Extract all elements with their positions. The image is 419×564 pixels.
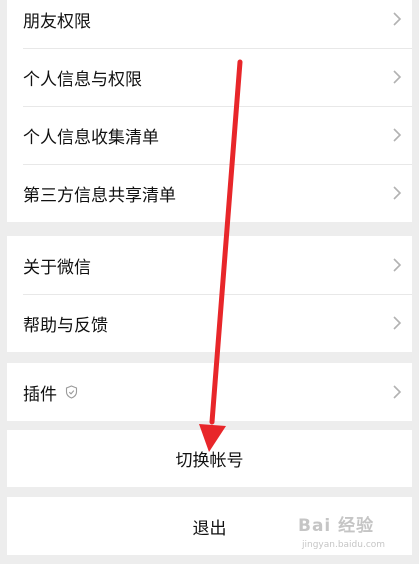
chevron-right-icon <box>393 258 402 272</box>
friend-permissions-item[interactable]: 朋友权限 <box>7 0 412 48</box>
chevron-right-icon <box>393 186 402 200</box>
personal-info-permissions-item[interactable]: 个人信息与权限 <box>7 48 412 106</box>
help-feedback-item[interactable]: 帮助与反馈 <box>7 294 412 352</box>
baidu-jingyan-watermark: Bai 经验 jingyan.baidu.com <box>298 507 413 559</box>
item-label: 第三方信息共享清单 <box>23 185 176 206</box>
plugins-group: 插件 <box>7 363 412 421</box>
switch-account-label: 切换帐号 <box>175 451 244 471</box>
chevron-right-icon <box>393 316 402 330</box>
chevron-right-icon <box>393 12 402 26</box>
chevron-right-icon <box>393 70 402 84</box>
plugins-item[interactable]: 插件 <box>7 363 412 421</box>
shield-icon <box>65 385 78 399</box>
watermark-main: Bai 经验 <box>298 516 375 536</box>
item-label: 朋友权限 <box>23 11 91 32</box>
item-label: 个人信息与权限 <box>23 69 142 90</box>
third-party-sharing-list-item[interactable]: 第三方信息共享清单 <box>7 164 412 222</box>
about-wechat-item[interactable]: 关于微信 <box>7 236 412 294</box>
item-label: 插件 <box>23 384 57 405</box>
personal-info-collection-list-item[interactable]: 个人信息收集清单 <box>7 106 412 164</box>
item-label: 关于微信 <box>23 257 91 278</box>
chevron-right-icon <box>393 128 402 142</box>
logout-label: 退出 <box>192 518 227 539</box>
item-label: 帮助与反馈 <box>23 315 108 336</box>
watermark-sub: jingyan.baidu.com <box>302 540 386 550</box>
item-label: 个人信息收集清单 <box>23 127 159 148</box>
about-help-group: 关于微信 帮助与反馈 <box>7 236 412 352</box>
switch-account-button[interactable]: 切换帐号 <box>7 430 412 487</box>
chevron-right-icon <box>393 385 402 399</box>
privacy-settings-group: 朋友权限 个人信息与权限 个人信息收集清单 第三方信息共享清单 <box>7 0 412 222</box>
